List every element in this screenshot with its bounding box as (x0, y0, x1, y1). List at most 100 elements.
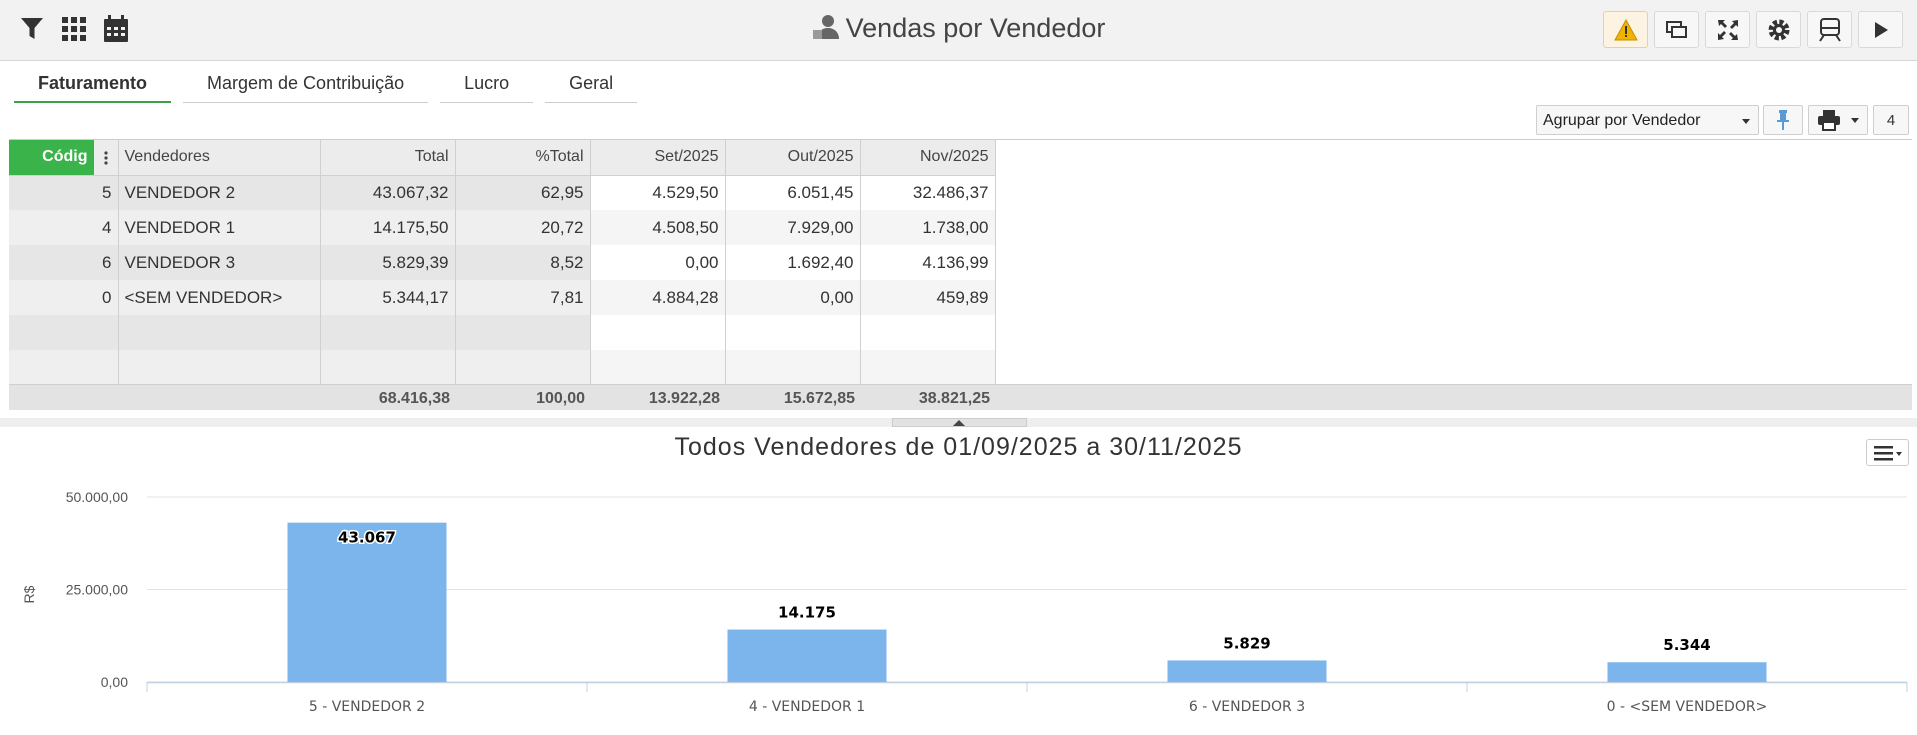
total-set-2025: 13.922,28 (648, 390, 720, 407)
user-icon (812, 12, 840, 47)
col-header-codigo-label: Códig (42, 148, 88, 166)
col-header-total[interactable]: Total (320, 140, 456, 176)
col-header-codigo[interactable]: Códig (9, 140, 119, 176)
tab-geral[interactable]: Geral (545, 67, 638, 103)
bar (1167, 660, 1327, 682)
cell-pct-total: 7,81 (455, 280, 591, 315)
cell-pct-total: 8,52 (455, 245, 591, 280)
cell-out-2025: 6.051,45 (725, 175, 861, 210)
cell-total: 43.067,32 (320, 175, 456, 210)
cell-out-2025: 0,00 (725, 280, 861, 315)
cell-pct-total: 20,72 (455, 210, 591, 245)
table-header-row: Códig Vendedores Total %Total Set/2025 O… (9, 140, 996, 176)
table-empty-row (9, 315, 996, 350)
totals-row: 68.416,38 100,00 13.922,28 15.672,85 38.… (9, 384, 1912, 410)
cell-vendedor: <SEM VENDEDOR> (118, 280, 321, 315)
total-out-2025: 15.672,85 (783, 390, 855, 407)
cell-vendedor: VENDEDOR 3 (118, 245, 321, 280)
cell-codigo: 5 (9, 175, 119, 210)
data-label: 43.067 (338, 529, 396, 547)
cell-codigo: 4 (9, 210, 119, 245)
table-row[interactable]: 5 VENDEDOR 2 43.067,32 62,95 4.529,50 6.… (9, 175, 996, 210)
play-button[interactable] (1858, 11, 1903, 48)
train-button[interactable] (1807, 11, 1852, 48)
settings-button[interactable] (1756, 11, 1801, 48)
print-button[interactable] (1808, 105, 1868, 135)
report-tabs: Faturamento Margem de Contribuição Lucro… (14, 67, 649, 103)
cell-set-2025: 4.508,50 (590, 210, 726, 245)
warning-icon (1613, 18, 1638, 40)
col-header-nov-2025[interactable]: Nov/2025 (860, 140, 996, 176)
windows-button[interactable] (1654, 11, 1699, 48)
columns-count-button[interactable]: 4 (1873, 105, 1909, 135)
windows-icon (1665, 20, 1687, 38)
table-row[interactable]: 6 VENDEDOR 3 5.829,39 8,52 0,00 1.692,40… (9, 245, 996, 280)
cell-codigo: 0 (9, 280, 119, 315)
header-right-tools (1603, 11, 1903, 48)
bar (727, 629, 887, 682)
table-empty-row (9, 350, 996, 385)
bar-chart: 0,00 25.000,00 50.000,00 R$ 43.067 5 - VENDED… (21, 489, 1908, 715)
group-by-select[interactable]: Agrupar por Vendedor (1536, 105, 1759, 135)
printer-icon (1818, 110, 1840, 131)
col-header-pct-total[interactable]: %Total (455, 140, 591, 176)
splitter-handle[interactable] (892, 418, 1027, 427)
cell-set-2025: 4.884,28 (590, 280, 726, 315)
cell-total: 5.344,17 (320, 280, 456, 315)
column-menu-icon[interactable] (93, 140, 117, 174)
x-tick-label: 4 - VENDEDOR 1 (749, 699, 865, 715)
sales-grid: Códig Vendedores Total %Total Set/2025 O… (9, 139, 1912, 410)
data-label: 14.175 (778, 604, 836, 622)
group-by-value: Agrupar por Vendedor (1543, 112, 1701, 129)
cell-out-2025: 7.929,00 (725, 210, 861, 245)
chevron-down-icon (1742, 119, 1750, 124)
columns-count-badge: 4 (1886, 111, 1896, 129)
cell-total: 5.829,39 (320, 245, 456, 280)
total-nov-2025: 38.821,25 (918, 390, 990, 407)
page-title-text: Vendas por Vendedor (845, 13, 1106, 43)
table-row[interactable]: 0 <SEM VENDEDOR> 5.344,17 7,81 4.884,28 … (9, 280, 996, 315)
total-total: 68.416,38 (378, 390, 450, 407)
app-header: Vendas por Vendedor (0, 0, 1917, 61)
cell-total: 14.175,50 (320, 210, 456, 245)
cell-nov-2025: 1.738,00 (860, 210, 996, 245)
sales-table: Códig Vendedores Total %Total Set/2025 O… (9, 140, 996, 385)
chart-title: Todos Vendedores de 01/09/2025 a 30/11/2… (674, 433, 1243, 461)
cell-nov-2025: 459,89 (860, 280, 996, 315)
cell-nov-2025: 32.486,37 (860, 175, 996, 210)
train-icon (1818, 17, 1841, 42)
col-header-set-2025[interactable]: Set/2025 (590, 140, 726, 176)
fullscreen-icon (1717, 19, 1738, 40)
play-icon (1874, 21, 1888, 38)
tab-faturamento[interactable]: Faturamento (14, 67, 172, 103)
cell-vendedor: VENDEDOR 1 (118, 210, 321, 245)
data-label: 5.829 (1223, 634, 1270, 652)
y-axis-label: R$ (21, 585, 37, 603)
y-tick-label: 50.000,00 (66, 489, 128, 505)
table-row[interactable]: 4 VENDEDOR 1 14.175,50 20,72 4.508,50 7.… (9, 210, 996, 245)
x-tick-label: 0 - <SEM VENDEDOR> (1607, 699, 1768, 715)
total-pct-total: 100,00 (536, 390, 585, 407)
y-tick-label: 0,00 (101, 674, 128, 690)
cell-nov-2025: 4.136,99 (860, 245, 996, 280)
tab-margem-contribuicao[interactable]: Margem de Contribuição (183, 67, 429, 103)
cell-set-2025: 4.529,50 (590, 175, 726, 210)
pin-icon (1777, 110, 1789, 130)
panel-splitter[interactable] (0, 418, 1917, 427)
print-dropdown-icon (1851, 117, 1859, 123)
pin-button[interactable] (1763, 105, 1803, 135)
cell-pct-total: 62,95 (455, 175, 591, 210)
col-header-out-2025[interactable]: Out/2025 (725, 140, 861, 176)
col-header-vendedores[interactable]: Vendedores (118, 140, 321, 176)
warning-button[interactable] (1603, 11, 1648, 48)
y-tick-label: 25.000,00 (66, 582, 128, 598)
chart-menu-button[interactable] (1866, 439, 1909, 466)
tab-lucro[interactable]: Lucro (440, 67, 534, 103)
cell-out-2025: 1.692,40 (725, 245, 861, 280)
gear-icon (1768, 19, 1789, 40)
x-tick-label: 5 - VENDEDOR 2 (309, 699, 425, 715)
fullscreen-button[interactable] (1705, 11, 1750, 48)
data-label: 5.344 (1663, 636, 1710, 654)
cell-vendedor: VENDEDOR 2 (118, 175, 321, 210)
cell-set-2025: 0,00 (590, 245, 726, 280)
